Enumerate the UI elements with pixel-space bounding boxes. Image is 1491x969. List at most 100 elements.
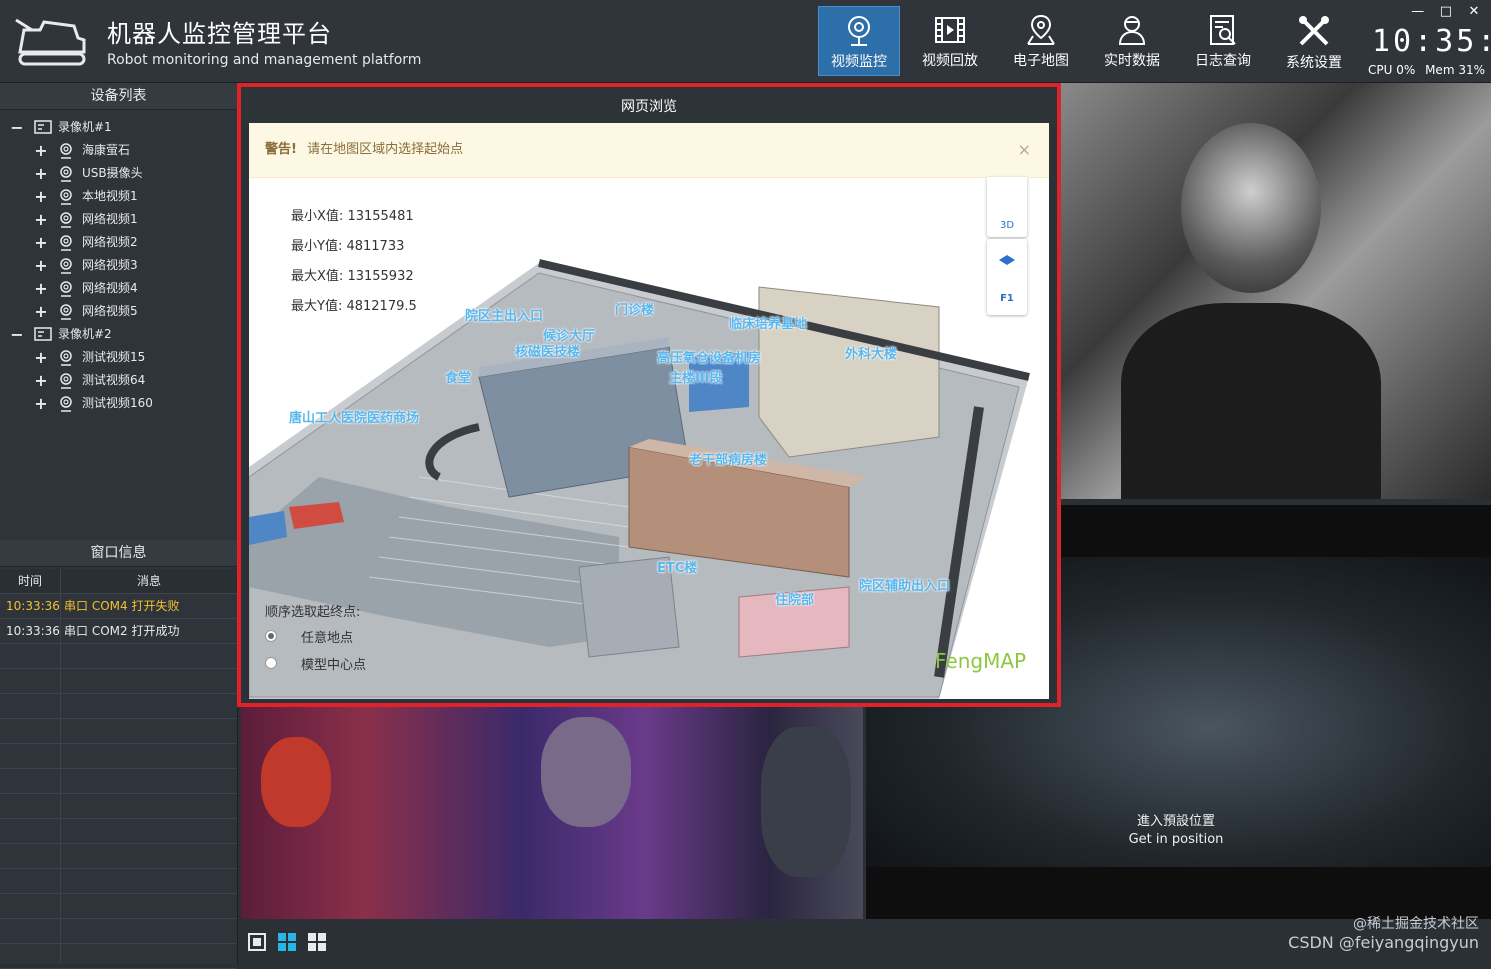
tree-camera[interactable]: + 测试视频15 [0, 346, 237, 369]
tree-label: 网络视频2 [82, 235, 138, 249]
map-building-label[interactable]: 住院部 [775, 589, 814, 608]
bound-value: 13155932 [347, 269, 414, 284]
radio-model-center[interactable] [265, 657, 277, 669]
view-3d-button[interactable]: 3D [987, 177, 1027, 237]
alert-text: 请在地图区域内选择起始点 [307, 142, 464, 157]
3d-map-canvas[interactable] [249, 177, 1049, 699]
radio-any-point[interactable] [265, 630, 277, 642]
bound-value: 4811733 [346, 239, 405, 254]
window-info-title: 窗口信息 [0, 540, 237, 567]
layout-2x2-icon[interactable] [278, 933, 296, 951]
map-building-label[interactable]: 院区辅助出入口 [859, 575, 950, 594]
nav-video-playback[interactable]: 视频回放 [909, 6, 991, 76]
close-icon[interactable]: × [1018, 123, 1031, 177]
tree-recorder[interactable]: − 录像机#2 [0, 323, 237, 346]
map-building-label[interactable]: 核磁医技楼 [515, 341, 580, 360]
maximize-icon[interactable]: □ [1437, 4, 1455, 19]
tree-camera[interactable]: + USB摄像头 [0, 162, 237, 185]
tree-label: USB摄像头 [82, 166, 143, 180]
map-building-label[interactable]: 唐山工人医院医药商场 [289, 407, 419, 426]
tree-camera[interactable]: + 网络视频4 [0, 277, 237, 300]
nav-e-map[interactable]: 电子地图 [1000, 6, 1082, 76]
tree-camera[interactable]: + 网络视频3 [0, 254, 237, 277]
nav-label: 电子地图 [1013, 53, 1069, 69]
camera-icon [60, 396, 72, 412]
expand-icon[interactable]: + [34, 185, 48, 208]
log-row [0, 819, 237, 844]
layout-1x1-icon[interactable] [248, 933, 266, 951]
map-building-label[interactable]: 临床培养基地 [729, 313, 807, 332]
map-building-label[interactable]: 外科大楼 [845, 343, 897, 362]
log-row: 10:33:36 串口 COM2 打开成功 [0, 619, 237, 644]
tree-camera[interactable]: + 网络视频2 [0, 231, 237, 254]
tree-label: 网络视频4 [82, 281, 138, 295]
layout-1plus3-icon[interactable] [308, 933, 326, 951]
tree-camera[interactable]: + 测试视频64 [0, 369, 237, 392]
video-window-3[interactable] [241, 707, 863, 919]
map-building-label[interactable]: 门诊楼 [615, 299, 654, 318]
recorder-icon [34, 120, 52, 134]
nav-video-monitor[interactable]: 视频监控 [818, 6, 900, 76]
tree-camera[interactable]: + 网络视频5 [0, 300, 237, 323]
floor-control[interactable]: F1 [987, 239, 1027, 315]
nav-label: 视频回放 [922, 53, 978, 69]
expand-icon[interactable]: + [34, 346, 48, 369]
map-building-label[interactable]: 主楼III段 [669, 367, 723, 386]
floor-f1-button[interactable]: F1 [987, 293, 1027, 304]
expand-icon[interactable]: + [34, 369, 48, 392]
map-building-label[interactable]: 老干部病房楼 [689, 449, 767, 468]
clock: 10:35:16 [1372, 24, 1491, 59]
video-window-1[interactable] [1061, 83, 1491, 499]
map-building-label[interactable]: 院区主出入口 [465, 305, 543, 324]
brand-logo: FengMAP [935, 649, 1027, 673]
expand-icon[interactable]: + [34, 254, 48, 277]
tree-camera[interactable]: + 海康萤石 [0, 139, 237, 162]
log-row [0, 944, 237, 969]
nav-label: 视频监控 [831, 54, 887, 70]
app-title: 机器人监控管理平台 [107, 20, 332, 48]
tree-camera[interactable]: + 本地视频1 [0, 185, 237, 208]
expand-icon[interactable]: + [34, 139, 48, 162]
camera-icon [60, 166, 72, 182]
map-pin-icon [1027, 14, 1055, 45]
map-building-label[interactable]: ETC楼 [657, 557, 697, 576]
camera-icon [60, 350, 72, 366]
nav-realtime-data[interactable]: 实时数据 [1091, 6, 1173, 76]
nav-label: 日志查询 [1195, 53, 1251, 69]
expand-icon[interactable]: + [34, 277, 48, 300]
app-subtitle: Robot monitoring and management platform [107, 52, 422, 68]
collapse-icon[interactable]: − [10, 116, 24, 139]
col-message: 消息 [136, 574, 161, 588]
camera-icon [60, 212, 72, 228]
collapse-icon[interactable]: − [10, 323, 24, 346]
expand-icon[interactable]: + [34, 392, 48, 415]
device-tree: − 录像机#1 + 海康萤石 + USB摄像头 + 本地视频1 + 网络视频1 + 网络视频2 + 网络视… [0, 110, 237, 415]
window-controls: — □ ✕ [1409, 4, 1483, 19]
tree-camera[interactable]: + 测试视频160 [0, 392, 237, 415]
camera-icon [60, 304, 72, 320]
close-icon[interactable]: ✕ [1465, 4, 1483, 19]
tree-label: 录像机#1 [58, 120, 112, 134]
log-search-icon [1210, 15, 1236, 45]
expand-icon[interactable]: + [34, 162, 48, 185]
dialog-title: 网页浏览 [241, 87, 1057, 127]
log-row [0, 719, 237, 744]
camera-icon [60, 281, 72, 297]
map-building-label[interactable]: 食堂 [445, 367, 471, 386]
log-row [0, 919, 237, 944]
expand-icon[interactable]: + [34, 231, 48, 254]
log-message: 串口 COM2 打开成功 [64, 624, 180, 638]
tree-recorder[interactable]: − 录像机#1 [0, 116, 237, 139]
map-building-label[interactable]: 高压氧仓设备机房 [657, 347, 761, 366]
operator-icon [1118, 16, 1146, 45]
tree-camera[interactable]: + 网络视频1 [0, 208, 237, 231]
minimize-icon[interactable]: — [1409, 4, 1427, 19]
nav-system-settings[interactable]: 系统设置 [1273, 6, 1355, 76]
layers-icon[interactable] [999, 255, 1015, 265]
expand-icon[interactable]: + [34, 300, 48, 323]
expand-icon[interactable]: + [34, 208, 48, 231]
nav-log-query[interactable]: 日志查询 [1182, 6, 1264, 76]
nav-label: 实时数据 [1104, 53, 1160, 69]
map-view[interactable]: 院区主出入口 门诊楼 临床培养基地 候诊大厅 核磁医技楼 高压氧仓设备机房 外科大楼 主楼II… [249, 123, 1049, 699]
alert-warning: 警告! 请在地图区域内选择起始点 × [249, 123, 1049, 178]
